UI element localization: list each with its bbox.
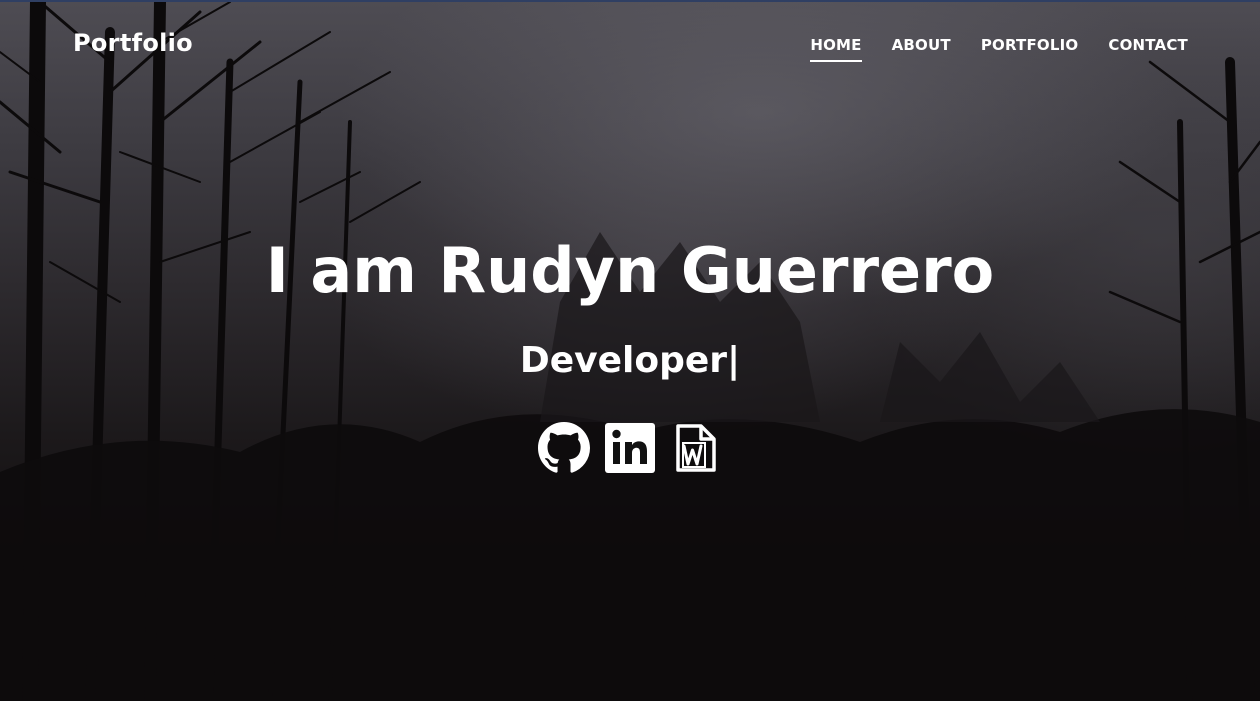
nav-link-about[interactable]: ABOUT bbox=[892, 36, 951, 62]
linkedin-icon bbox=[605, 423, 655, 473]
hero-subtitle: Developer| bbox=[519, 340, 741, 381]
nav-link-contact[interactable]: CONTACT bbox=[1108, 36, 1188, 62]
resume-link[interactable] bbox=[670, 422, 722, 474]
nav-links: HOME ABOUT PORTFOLIO CONTACT bbox=[810, 36, 1188, 62]
linkedin-link[interactable] bbox=[604, 422, 656, 474]
social-links bbox=[0, 422, 1260, 474]
github-icon bbox=[538, 422, 590, 473]
github-link[interactable] bbox=[538, 422, 590, 474]
nav-link-home[interactable]: HOME bbox=[810, 36, 862, 62]
nav-link-portfolio[interactable]: PORTFOLIO bbox=[981, 36, 1079, 62]
hero-title: I am Rudyn Guerrero bbox=[265, 234, 995, 307]
hero-section: Portfolio HOME ABOUT PORTFOLIO CONTACT I… bbox=[0, 0, 1260, 701]
word-document-icon bbox=[676, 424, 716, 472]
brand-logo[interactable]: Portfolio bbox=[73, 29, 193, 57]
navbar: Portfolio HOME ABOUT PORTFOLIO CONTACT bbox=[0, 2, 1260, 90]
